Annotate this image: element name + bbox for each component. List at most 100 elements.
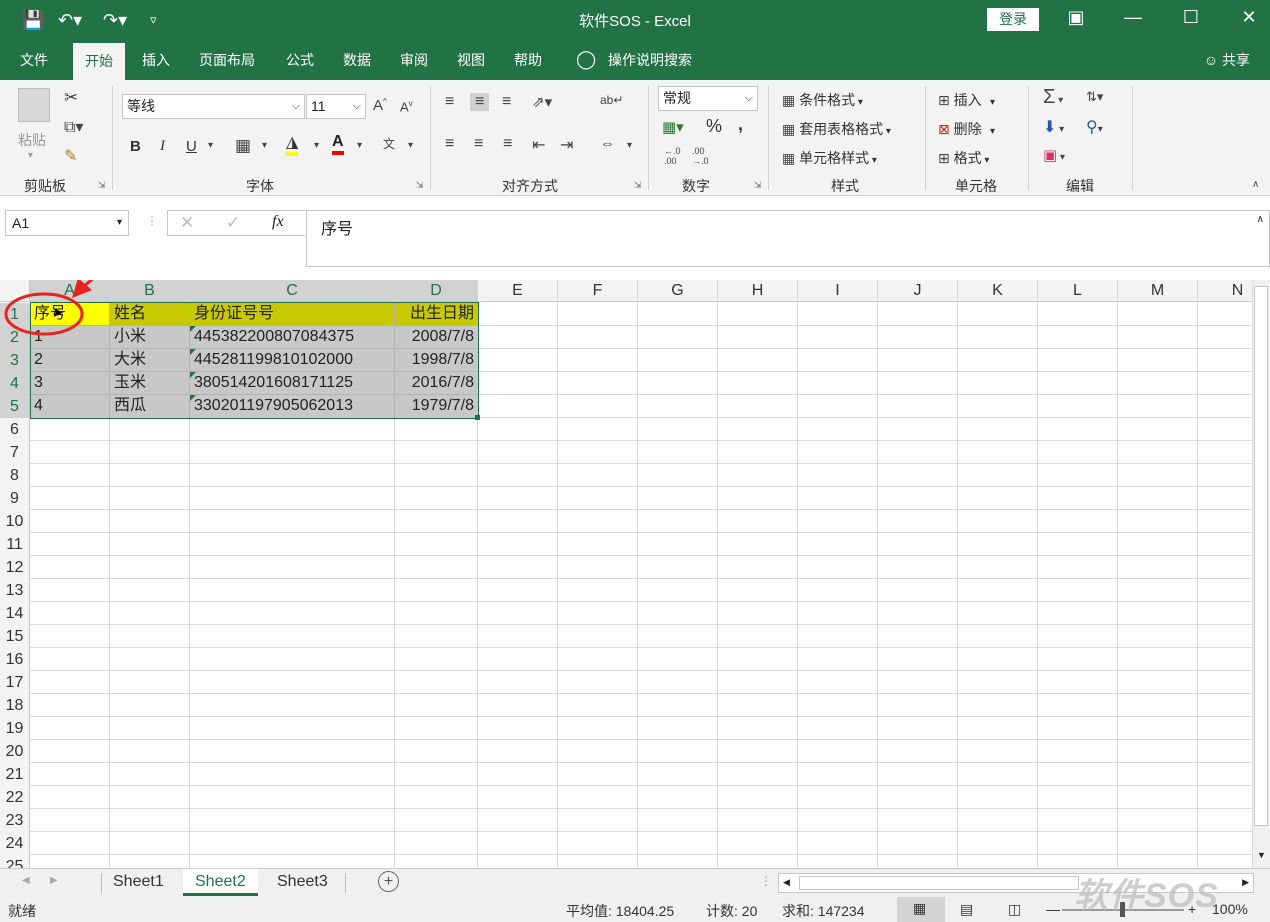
font-color-icon[interactable]: A <box>332 133 344 155</box>
row-header-7[interactable]: 7 <box>0 441 30 464</box>
fill-down-icon[interactable]: ⬇ ▾ <box>1043 117 1064 137</box>
cell-d4[interactable]: 2016/7/8 <box>395 372 478 394</box>
paste-dropdown-icon[interactable]: ▾ <box>28 150 33 161</box>
conditional-format-button[interactable]: ▦ 条件格式 ▾ <box>782 90 863 110</box>
fill-color-icon[interactable]: ◮ <box>286 134 299 156</box>
italic-button[interactable]: I <box>160 138 165 155</box>
sheet-tab-1[interactable]: Sheet1 <box>101 869 176 896</box>
column-header-d[interactable]: D <box>395 280 478 302</box>
decrease-indent-icon[interactable]: ⇤ <box>532 135 545 155</box>
row-header-9[interactable]: 9 <box>0 487 30 510</box>
share-button[interactable]: ☺ 共享 <box>1204 40 1250 80</box>
fill-dropdown-icon[interactable]: ▾ <box>314 140 319 151</box>
tab-help[interactable]: 帮助 <box>502 40 554 80</box>
font-launcher-icon[interactable]: ⇲ <box>416 180 424 191</box>
row-header-21[interactable]: 21 <box>0 763 30 786</box>
row-header-4[interactable]: 4 <box>0 372 30 395</box>
clipboard-launcher-icon[interactable]: ⇲ <box>98 180 106 191</box>
phonetic-icon[interactable]: 文 <box>383 135 395 152</box>
row-header-22[interactable]: 22 <box>0 786 30 809</box>
error-indicator-icon[interactable] <box>190 395 196 401</box>
bold-button[interactable]: B <box>130 138 141 155</box>
tab-file[interactable]: 文件 <box>8 40 60 80</box>
increase-decimal-icon[interactable]: ←.0.00 <box>664 146 681 166</box>
align-center-icon[interactable]: ≡ <box>474 135 483 153</box>
autosum-icon[interactable]: Σ ▾ <box>1043 86 1063 109</box>
row-header-18[interactable]: 18 <box>0 694 30 717</box>
cancel-icon[interactable]: ✕ <box>180 213 194 233</box>
row-header-12[interactable]: 12 <box>0 556 30 579</box>
tab-review[interactable]: 审阅 <box>388 40 440 80</box>
scroll-left-icon[interactable]: ◀ <box>22 875 30 886</box>
tab-data[interactable]: 数据 <box>331 40 383 80</box>
delete-cells-button[interactable]: ⊠ 删除 ▾ <box>938 119 995 139</box>
scroll-thumb[interactable] <box>1254 286 1268 826</box>
collapse-ribbon-icon[interactable]: ∧ <box>1252 179 1259 190</box>
format-as-table-button[interactable]: ▦ 套用表格格式 ▾ <box>782 119 891 139</box>
font-name-select[interactable]: 等线 ⌵ <box>122 94 305 119</box>
column-header-l[interactable]: L <box>1038 280 1118 302</box>
cell-c4[interactable]: 380514201608171125 <box>190 372 395 394</box>
hscroll-thumb[interactable] <box>799 876 1079 890</box>
borders-dropdown-icon[interactable]: ▾ <box>262 140 267 151</box>
worksheet-grid[interactable]: ABCDEFGHIJKLMN 1 2 3 4 5 6 7 8 9 10 11 12 13 14 15 16 17… <box>0 280 1252 868</box>
row-header-15[interactable]: 15 <box>0 625 30 648</box>
align-middle-icon[interactable]: ≡ <box>470 93 490 111</box>
column-header-h[interactable]: H <box>718 280 798 302</box>
accounting-format-icon[interactable]: ▦▾ <box>662 118 684 136</box>
insert-cells-button[interactable]: ⊞ 插入 ▾ <box>938 90 995 110</box>
login-button[interactable]: 登录 <box>987 8 1039 31</box>
page-layout-view-icon[interactable]: ▤ <box>960 901 973 918</box>
minimize-icon[interactable]: — <box>1120 7 1146 28</box>
clear-icon[interactable]: ▣ ▾ <box>1043 146 1065 164</box>
insert-function-button[interactable]: fx <box>272 213 284 231</box>
tell-me-search[interactable]: 操作说明搜索 <box>596 40 704 80</box>
cell-d3[interactable]: 1998/7/8 <box>395 349 478 371</box>
column-header-m[interactable]: M <box>1118 280 1198 302</box>
cell-a5[interactable]: 4 <box>30 395 110 417</box>
tab-formulas[interactable]: 公式 <box>274 40 326 80</box>
format-cells-button[interactable]: ⊞ 格式 ▾ <box>938 148 989 168</box>
cell-b4[interactable]: 玉米 <box>110 372 190 394</box>
underline-button[interactable]: U <box>186 138 197 155</box>
wrap-text-icon[interactable]: ab↵ <box>600 93 623 107</box>
copy-icon[interactable]: ⧉▾ <box>64 117 83 137</box>
row-header-11[interactable]: 11 <box>0 533 30 556</box>
tab-insert[interactable]: 插入 <box>130 40 182 80</box>
phonetic-dropdown-icon[interactable]: ▾ <box>408 140 413 151</box>
borders-icon[interactable]: ▦ <box>235 136 251 156</box>
cell-d1[interactable]: 出生日期 <box>395 303 478 325</box>
format-painter-icon[interactable]: ✎ <box>64 146 77 166</box>
row-header-14[interactable]: 14 <box>0 602 30 625</box>
cell-a4[interactable]: 3 <box>30 372 110 394</box>
formula-input[interactable]: 序号 <box>306 210 1270 267</box>
column-header-i[interactable]: I <box>798 280 878 302</box>
comma-button[interactable]: , <box>738 114 743 135</box>
cell-styles-button[interactable]: ▦ 单元格样式 ▾ <box>782 148 877 168</box>
row-header-10[interactable]: 10 <box>0 510 30 533</box>
add-sheet-icon[interactable]: + <box>378 871 399 892</box>
row-header-5[interactable]: 5 <box>0 395 30 418</box>
align-top-icon[interactable]: ≡ <box>445 93 454 111</box>
row-header-19[interactable]: 19 <box>0 717 30 740</box>
align-left-icon[interactable]: ≡ <box>445 135 454 153</box>
cell-c5[interactable]: 330201197905062013 <box>190 395 395 417</box>
number-format-select[interactable]: 常规 ⌵ <box>658 86 758 111</box>
zoom-out-icon[interactable]: — <box>1046 901 1060 917</box>
scroll-down-icon[interactable]: ▼ <box>1257 850 1266 860</box>
sheet-tab-3[interactable]: Sheet3 <box>265 869 340 896</box>
font-size-select[interactable]: 11 ⌵ <box>306 94 366 119</box>
column-header-n[interactable]: N <box>1198 280 1252 302</box>
scroll-right-icon[interactable]: ▶ <box>50 875 58 886</box>
cell-b5[interactable]: 西瓜 <box>110 395 190 417</box>
name-box[interactable]: A1 ▾ <box>5 210 129 236</box>
row-header-17[interactable]: 17 <box>0 671 30 694</box>
merge-dropdown-icon[interactable]: ▾ <box>627 140 632 151</box>
ribbon-display-icon[interactable]: ▣ <box>1063 7 1089 28</box>
column-header-j[interactable]: J <box>878 280 958 302</box>
tab-page-layout[interactable]: 页面布局 <box>187 40 267 80</box>
paste-button[interactable]: 粘贴 <box>18 130 46 150</box>
cell-d5[interactable]: 1979/7/8 <box>395 395 478 417</box>
tab-home[interactable]: 开始 <box>73 43 125 80</box>
maximize-icon[interactable]: ☐ <box>1178 7 1204 28</box>
